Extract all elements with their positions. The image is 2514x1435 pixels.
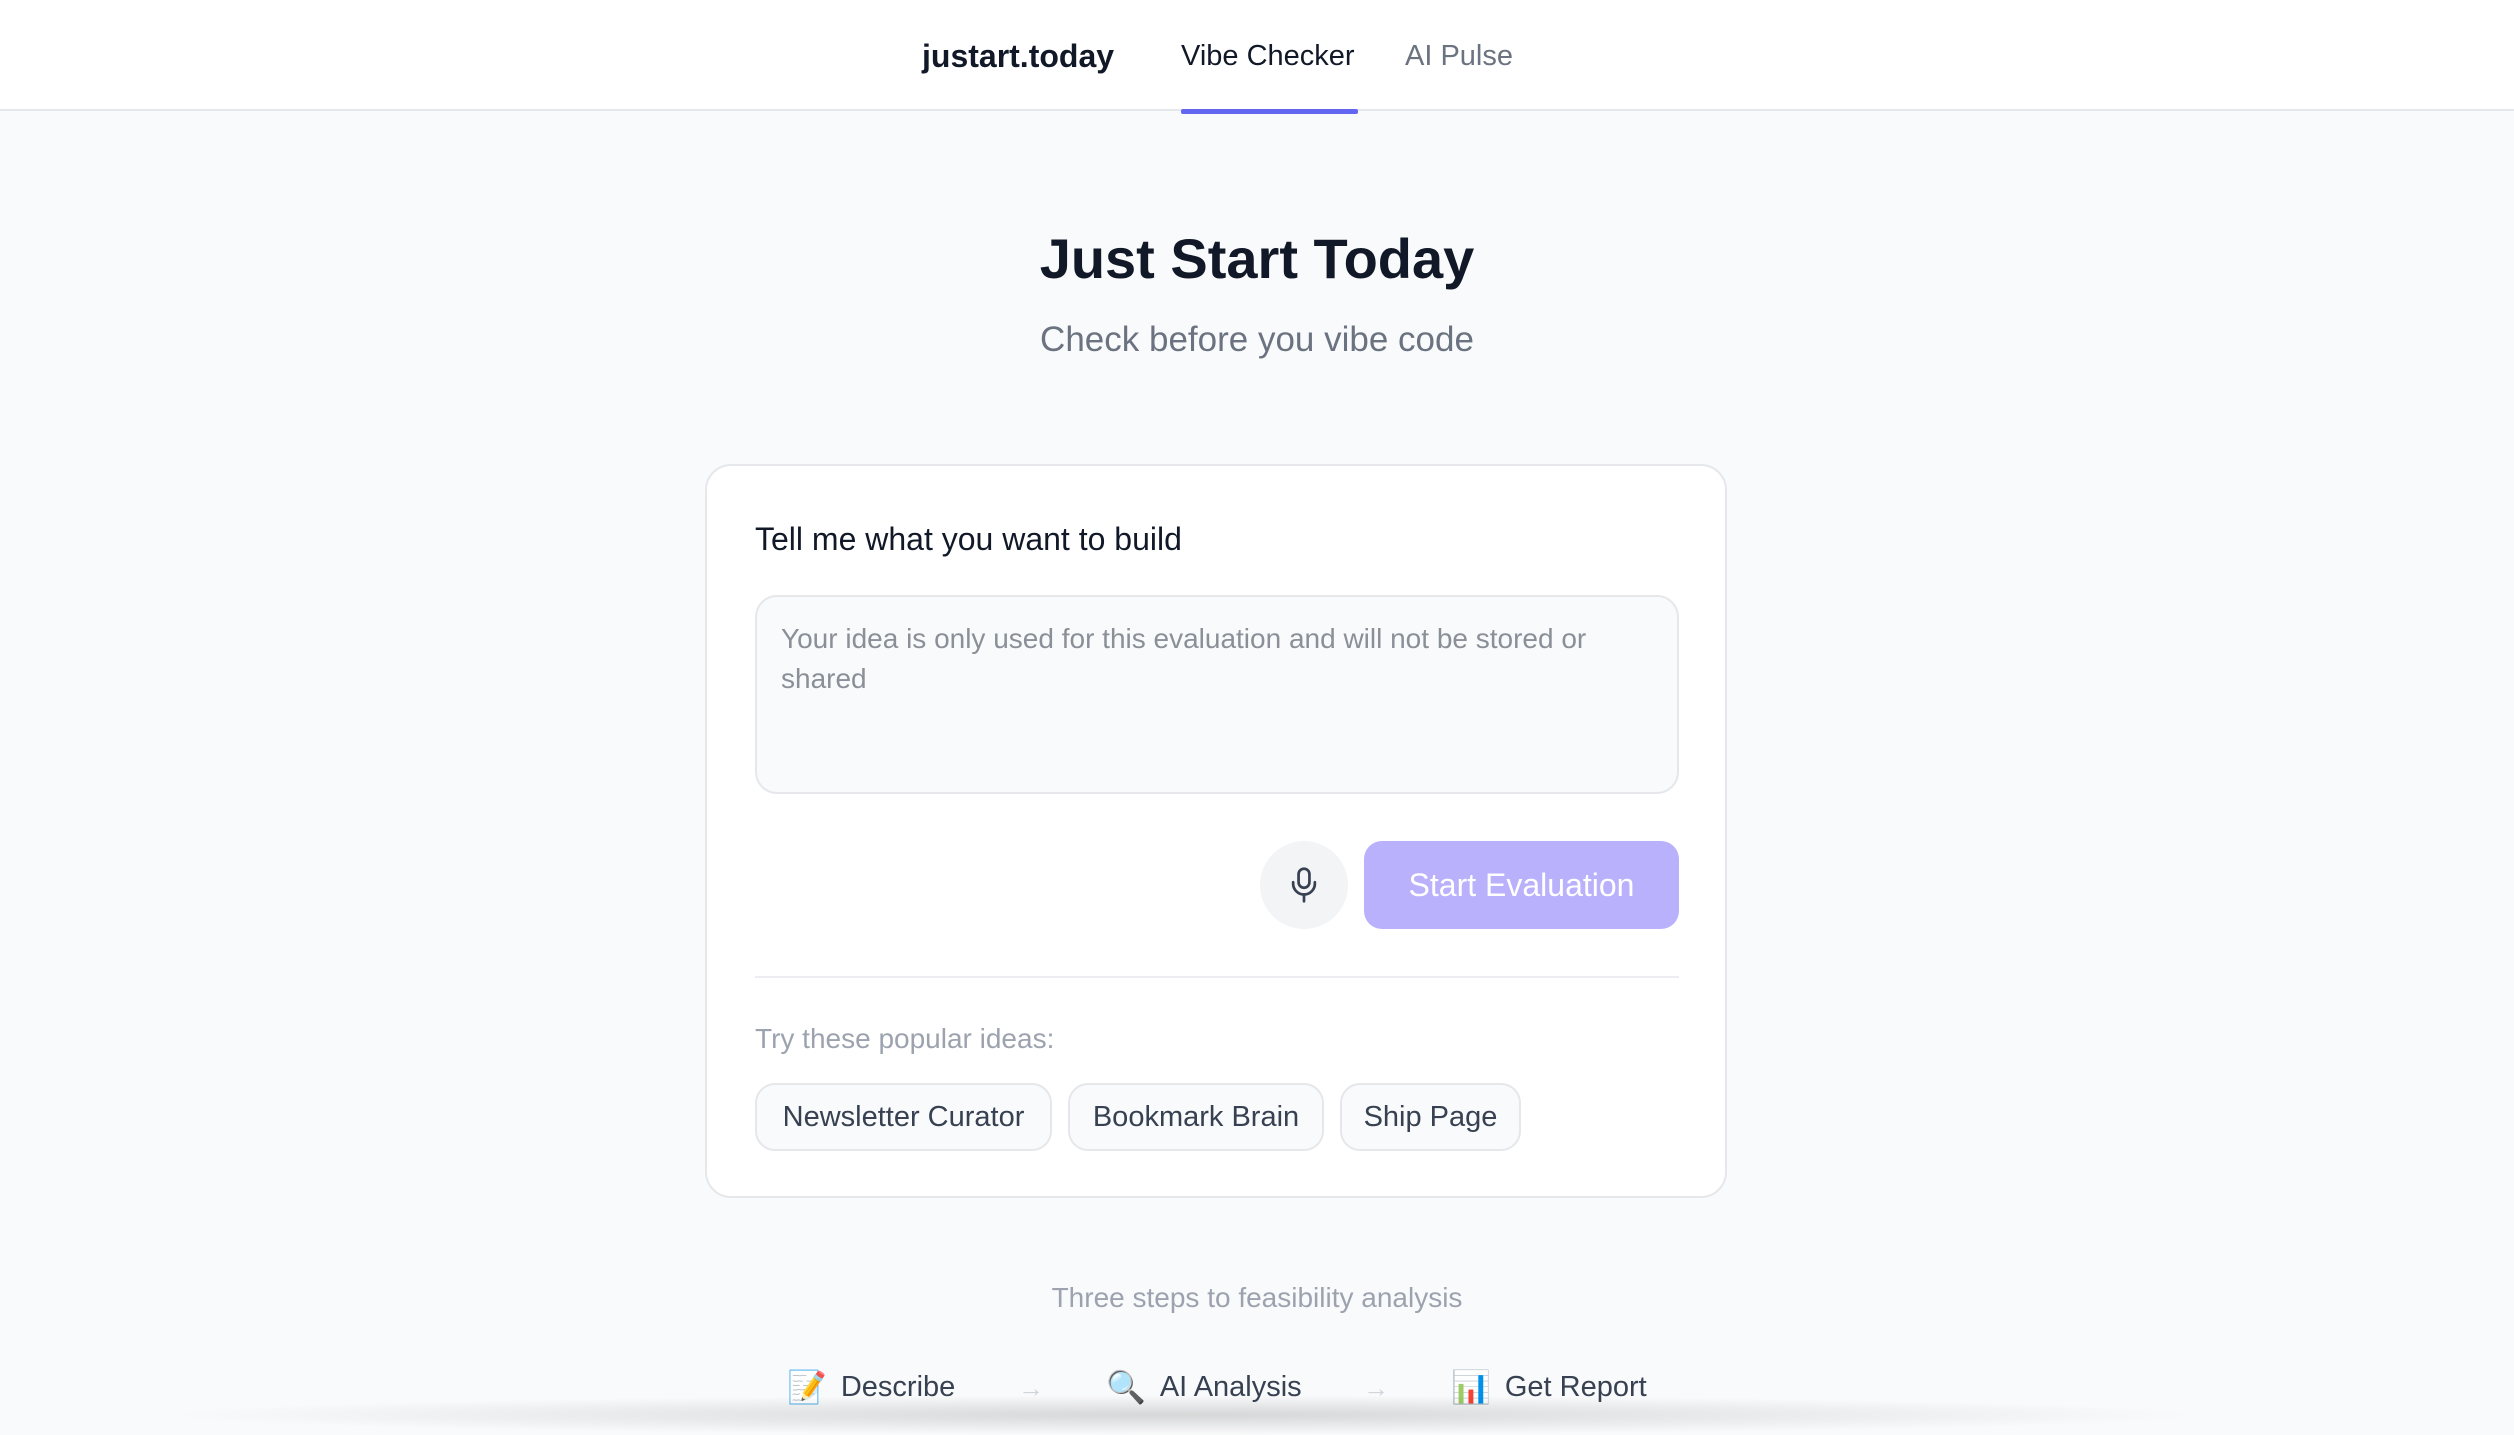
brand-logo[interactable]: justart.today [922,34,1114,78]
page-subtitle: Check before you vibe code [1040,320,1474,359]
top-navigation-bar: justart.today Vibe Checker AI Pulse [0,0,2514,114]
voice-input-button[interactable] [1260,841,1348,929]
tab-ai-pulse[interactable]: AI Pulse [1405,34,1513,78]
idea-input[interactable] [755,595,1679,794]
tab-vibe-checker[interactable]: Vibe Checker [1181,34,1355,78]
idea-chip-ship-page[interactable]: Ship Page [1340,1083,1521,1151]
idea-input-label: Tell me what you want to build [755,521,1182,557]
idea-chip-newsletter-curator[interactable]: Newsletter Curator [755,1083,1052,1151]
card-divider [755,976,1679,978]
step-label: Describe [840,1370,956,1403]
step-label: AI Analysis [1159,1370,1302,1403]
idea-chip-bookmark-brain[interactable]: Bookmark Brain [1068,1083,1324,1151]
arrow-right-icon: → [1363,1373,1389,1403]
step-get-report: 📊 Get Report [1451,1366,1647,1408]
memo-icon: 📝 [787,1369,827,1405]
active-tab-indicator [1181,109,1358,114]
start-evaluation-button[interactable]: Start Evaluation [1364,841,1679,929]
magnifier-icon: 🔍 [1106,1369,1146,1405]
popular-ideas-label: Try these popular ideas: [755,1023,1055,1054]
idea-card: Tell me what you want to build Start Eva… [705,464,1727,1198]
steps-title: Three steps to feasibility analysis [1051,1282,1463,1313]
page-title: Just Start Today [1039,227,1475,290]
arrow-right-icon: → [1018,1373,1044,1403]
bar-chart-icon: 📊 [1451,1369,1491,1405]
microphone-icon [1291,867,1317,903]
step-ai-analysis: 🔍 AI Analysis [1106,1366,1302,1408]
step-describe: 📝 Describe [787,1366,955,1408]
step-label: Get Report [1504,1370,1647,1403]
